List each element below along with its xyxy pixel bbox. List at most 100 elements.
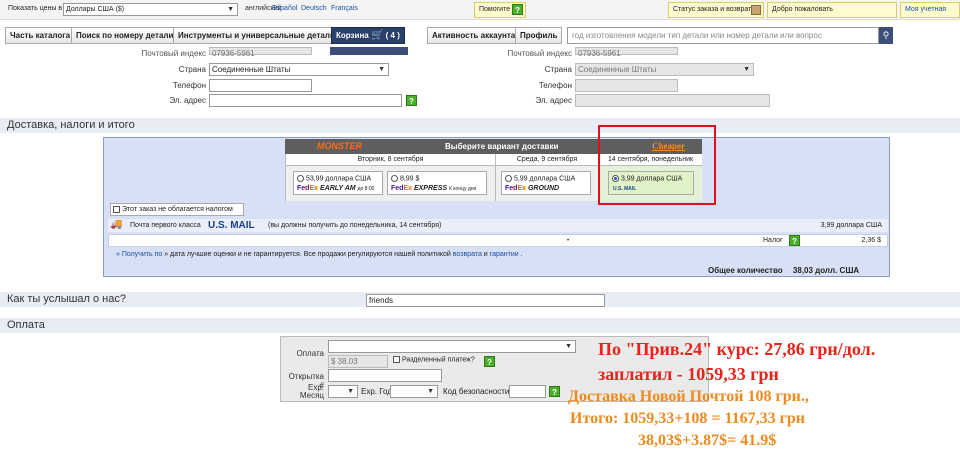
- welcome-box: Добро пожаловать: [767, 2, 897, 18]
- checkbox[interactable]: [113, 205, 120, 213]
- shipping-section-title: Доставка, налоги и итого: [0, 118, 960, 133]
- fedex-logo: FedEx EXPRESS К концу дня: [391, 185, 477, 192]
- tax-exempt-checkbox[interactable]: Этот заказ не облагается налогом: [110, 203, 244, 216]
- radio-button[interactable]: [391, 175, 398, 182]
- chevron-down-icon: ▼: [743, 66, 750, 73]
- mail-price: 3,99 доллара США: [820, 222, 882, 229]
- payment-label: Оплата: [296, 349, 324, 358]
- right-phone-label: Телефон: [538, 81, 572, 90]
- nav-profile[interactable]: Профиль: [515, 27, 563, 44]
- help-icon[interactable]: ?: [484, 356, 495, 367]
- help-icon[interactable]: ?: [549, 386, 560, 397]
- cvv-field[interactable]: [509, 385, 546, 398]
- right-phone-field: [575, 79, 678, 92]
- checkbox[interactable]: [393, 356, 400, 363]
- ship-option-fedex-early[interactable]: 53,99 доллара США FedEx EARLY AM до 8:00: [293, 171, 383, 195]
- email-label: Эл. адрес: [169, 96, 206, 105]
- radio-button[interactable]: [297, 175, 304, 182]
- ship-option-fedex-ground[interactable]: 5,99 доллара США FedEx GROUND: [501, 171, 591, 195]
- ship-col-wednesday: Среда, 9 сентября 5,99 доллара США FedEx…: [495, 154, 598, 201]
- phone-field[interactable]: [209, 79, 312, 92]
- exp-year-label: Exp. Год: [361, 387, 392, 396]
- order-status-button[interactable]: Статус заказа и возврат: [668, 2, 764, 18]
- truck-icon: 🚚: [110, 219, 123, 230]
- exp-month-select[interactable]: ▼: [328, 385, 358, 398]
- shipping-header-title: Выберите вариант доставки: [445, 142, 559, 151]
- chevron-down-icon: ▼: [427, 388, 434, 395]
- box-icon: [751, 5, 761, 15]
- warranty-link[interactable]: гарантии: [490, 251, 519, 258]
- annotation-rate: По "Прив.24" курс: 27,86 грн/дол.: [598, 339, 876, 359]
- help-icon[interactable]: ?: [406, 95, 417, 106]
- help-icon: ?: [512, 4, 523, 15]
- radio-button[interactable]: [505, 175, 512, 182]
- mail-eta: (вы должны получить до понедельника, 14 …: [268, 222, 442, 229]
- country-select[interactable]: Соединенные Штаты ▼: [209, 63, 389, 76]
- split-payment[interactable]: Разделенный платеж?: [393, 356, 475, 363]
- currency-label: Показать цены в: [8, 5, 63, 12]
- mail-row: 🚚 Почта первого класса U.S. MAIL (вы дол…: [108, 219, 888, 232]
- cart-icon: 🛒: [370, 30, 384, 41]
- top-bar: Показать цены в Доллары США ($) ▼ англий…: [0, 0, 960, 20]
- right-postal-label: Почтовый индекс: [507, 49, 573, 58]
- exp-year-select[interactable]: ▼: [390, 385, 438, 398]
- payment-select[interactable]: ▼: [328, 340, 576, 353]
- lang-es[interactable]: Español: [272, 5, 297, 12]
- email-field[interactable]: [209, 94, 402, 107]
- search-input[interactable]: год изготовления модели тип детали или н…: [567, 27, 879, 44]
- chevron-down-icon: ▼: [378, 66, 385, 73]
- highlight-box: [598, 125, 716, 205]
- ship-option-fedex-express[interactable]: 8,99 $ FedEx EXPRESS К концу дня: [387, 171, 487, 195]
- card-number-field[interactable]: [328, 369, 442, 382]
- chevron-down-icon: ▼: [565, 343, 572, 350]
- search-icon[interactable]: ⚲: [879, 27, 893, 44]
- help-icon[interactable]: ?: [789, 235, 800, 246]
- lang-fr[interactable]: Français: [331, 5, 358, 12]
- delivery-estimate-link[interactable]: « Получить по: [116, 251, 162, 258]
- tax-value: 2,36 $: [861, 237, 881, 244]
- chevron-down-icon: ▼: [227, 6, 234, 13]
- ship-col-tuesday: Вторник, 8 сентября 53,99 доллара США Fe…: [285, 154, 495, 201]
- tax-row: • Налог ? 2,36 $: [108, 234, 888, 247]
- monster-logo: MONSTER: [317, 141, 362, 151]
- postal-field[interactable]: 07936-5961: [209, 47, 312, 58]
- account-link[interactable]: Моя учетная запис: [900, 2, 960, 18]
- ship-date: Вторник, 8 сентября: [286, 154, 495, 166]
- fedex-logo: FedEx EARLY AM до 8:00: [297, 185, 375, 192]
- right-country-select: Соединенные Штаты ▼: [575, 63, 754, 76]
- exp-month-label: Exp. Месяц: [299, 383, 324, 400]
- annotation-paid: заплатил - 1059,33 грн: [598, 364, 779, 384]
- currency-select[interactable]: Доллары США ($) ▼: [63, 3, 238, 16]
- fedex-logo: FedEx GROUND: [505, 185, 560, 192]
- right-country-label: Страна: [544, 65, 572, 74]
- calc-shipping-button[interactable]: [330, 47, 408, 55]
- cart-button[interactable]: Корзина 🛒 ( 4 ): [331, 27, 405, 44]
- lang-de[interactable]: Deutsch: [301, 5, 327, 12]
- amount-field: $ 38.03: [328, 355, 388, 368]
- nav-account-activity[interactable]: Активность аккаунта: [427, 27, 521, 44]
- right-postal-field: 07936-5961: [575, 47, 678, 58]
- mail-class: Почта первого класса: [130, 222, 201, 229]
- nav-tools[interactable]: Инструменты и универсальные детали: [173, 27, 340, 44]
- ship-date: Среда, 9 сентября: [496, 154, 598, 166]
- chevron-down-icon: ▼: [347, 388, 354, 395]
- disclaimer: « Получить по » дата лучшие оценки и не …: [116, 251, 523, 258]
- phone-label: Телефон: [172, 81, 206, 90]
- order-total: Общее количество 38,03 долл. США: [708, 266, 860, 275]
- nav-catalog[interactable]: Часть каталога: [5, 27, 76, 44]
- annotation-delivery: Доставка Новой Почтой 108 грн.,: [568, 388, 809, 405]
- tax-label: Налог: [763, 237, 783, 244]
- payment-section-title: Оплата: [0, 318, 960, 333]
- heard-field[interactable]: friends: [366, 294, 605, 307]
- nav-part-number[interactable]: Поиск по номеру детали: [71, 27, 179, 44]
- right-email-field: [575, 94, 770, 107]
- returns-link[interactable]: возврата: [453, 251, 482, 258]
- annotation-total-uah: Итого: 1059,33+108 = 1167,33 грн: [570, 410, 806, 427]
- help-button[interactable]: Помогите ?: [474, 2, 526, 18]
- annotation-total-usd: 38,03$+3.87$= 41.9$: [638, 432, 777, 449]
- postal-label: Почтовый индекс: [141, 49, 207, 58]
- country-label: Страна: [178, 65, 206, 74]
- cvv-label: Код безопасности: [443, 387, 510, 396]
- right-email-label: Эл. адрес: [535, 96, 572, 105]
- usps-logo: U.S. MAIL: [208, 220, 255, 231]
